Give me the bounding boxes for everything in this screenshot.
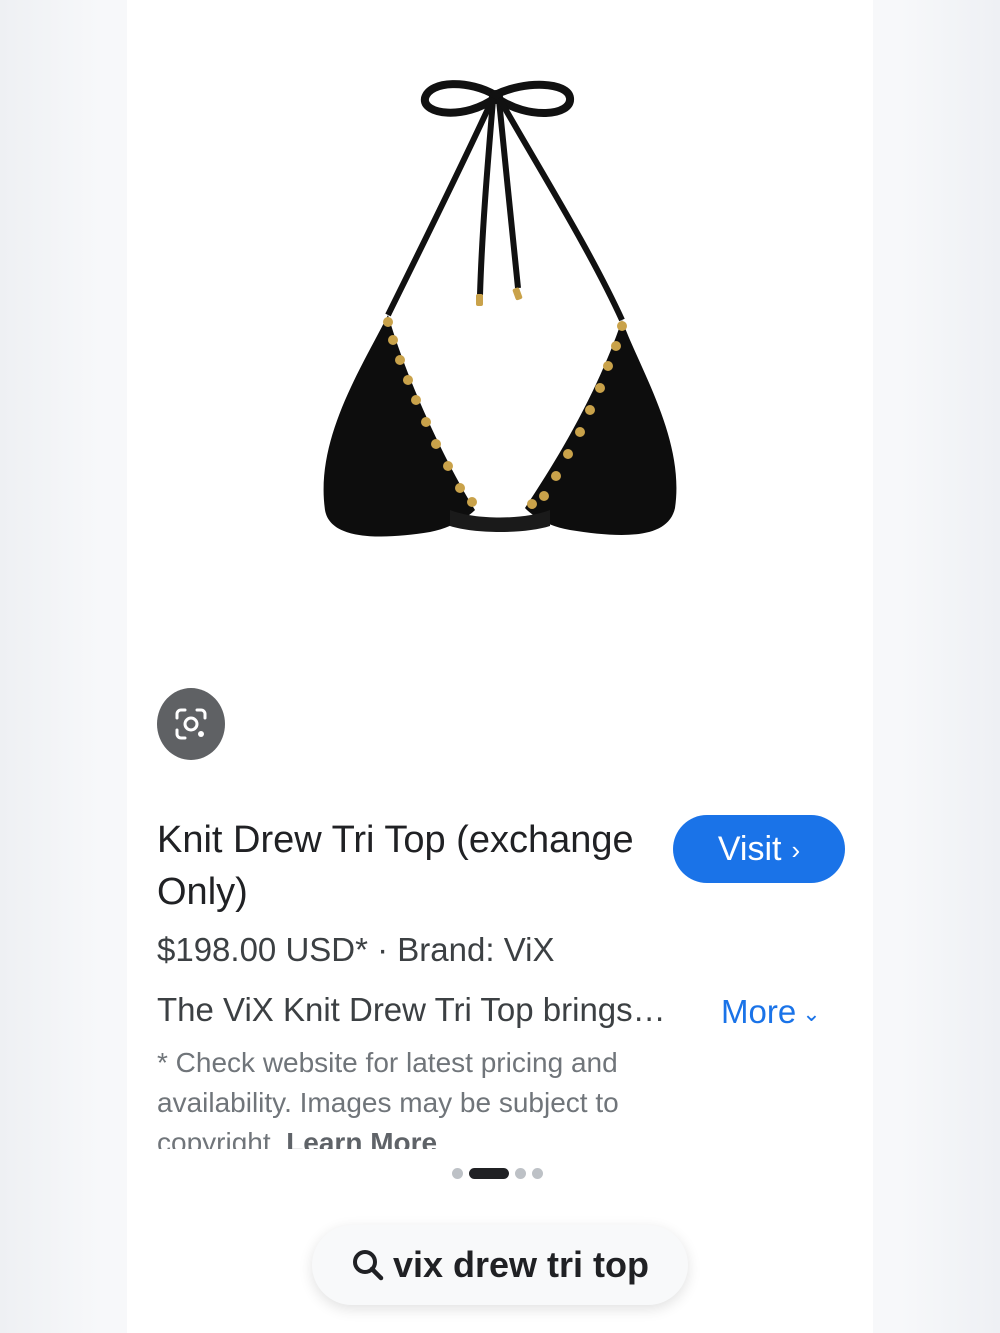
google-lens-icon xyxy=(175,708,207,740)
chevron-right-icon: › xyxy=(791,835,801,865)
search-icon xyxy=(352,1250,384,1281)
carousel-dot[interactable] xyxy=(515,1168,526,1179)
visit-button[interactable]: Visit › xyxy=(673,815,845,883)
page: Knit Drew Tri Top (exchange Only) Visit … xyxy=(0,0,1000,1333)
search-query-text: vix drew tri top xyxy=(392,1244,650,1285)
price-brand-line: $198.00 USD* · Brand: ViX xyxy=(157,931,555,968)
more-label: More xyxy=(721,993,797,1030)
pricing-disclaimer: * Check website for latest pricing and a… xyxy=(157,1043,717,1149)
carousel-dot-active[interactable] xyxy=(469,1168,509,1179)
carousel-indicator xyxy=(452,1168,543,1179)
product-title[interactable]: Knit Drew Tri Top (exchange Only) xyxy=(157,814,637,918)
more-link[interactable]: More ⌄ xyxy=(721,988,821,1036)
lens-button[interactable] xyxy=(157,688,225,760)
visit-label: Visit xyxy=(717,829,782,868)
left-cup xyxy=(323,315,475,537)
chevron-down-icon: ⌄ xyxy=(802,1001,821,1026)
product-description: The ViX Knit Drew Tri Top brings… xyxy=(157,991,666,1028)
carousel-dot[interactable] xyxy=(532,1168,543,1179)
product-image[interactable] xyxy=(300,70,700,550)
learn-more-link[interactable]: Learn More xyxy=(286,1127,437,1149)
carousel-dot[interactable] xyxy=(452,1168,463,1179)
search-query-pill[interactable]: vix drew tri top xyxy=(312,1225,688,1305)
right-cup xyxy=(525,320,677,536)
bow-left-loop xyxy=(421,80,498,117)
